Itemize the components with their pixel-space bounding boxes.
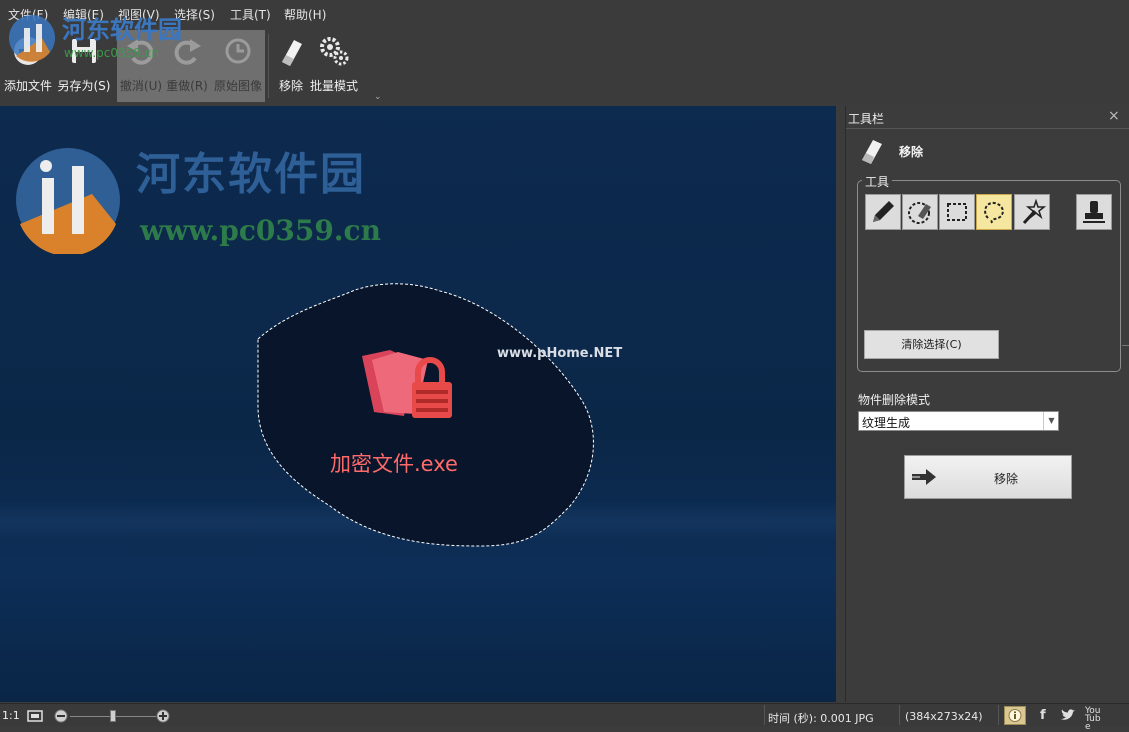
zoom-in-icon[interactable] xyxy=(156,709,170,723)
watermark-logo-small xyxy=(9,15,55,62)
watermark-logo xyxy=(16,148,120,254)
rect-select-icon xyxy=(947,203,967,221)
lasso-tool-button[interactable] xyxy=(976,194,1012,230)
arrow-right-icon xyxy=(912,469,936,485)
removal-mode-label: 物件删除模式 xyxy=(858,393,931,407)
zoom-out-icon[interactable] xyxy=(54,709,68,723)
magic-wand-icon xyxy=(1022,198,1046,225)
info-icon[interactable] xyxy=(1004,706,1026,725)
fit-screen-icon[interactable] xyxy=(25,709,45,723)
twitter-icon[interactable] xyxy=(1060,708,1076,722)
panel-title: 工具栏 xyxy=(848,112,885,126)
panel-divider xyxy=(846,128,1129,129)
watermark-url: www.pc0359.cn xyxy=(140,214,381,247)
clear-selection-button[interactable]: 清除选择(C) xyxy=(864,330,999,359)
removal-mode-value: 纹理生成 xyxy=(862,416,911,430)
pencil-icon xyxy=(873,201,894,222)
original-image-button[interactable]: 原始图像 xyxy=(210,28,266,104)
panel-close-button[interactable]: × xyxy=(1108,108,1120,124)
undo-label: 撤消(U) xyxy=(119,79,163,93)
batch-mode-button[interactable]: 批量模式 xyxy=(308,28,360,104)
status-separator xyxy=(764,705,765,725)
magic-wand-tool-button[interactable] xyxy=(1014,194,1050,230)
stamp-icon xyxy=(1083,201,1105,223)
original-image-label: 原始图像 xyxy=(213,79,262,93)
watermark-title-small: 河东软件园 xyxy=(62,15,182,44)
stamp-tool-button[interactable] xyxy=(1076,194,1112,230)
zoom-ratio[interactable]: 1:1 xyxy=(2,709,20,722)
menu-help[interactable]: 帮助(H) xyxy=(284,6,326,23)
facebook-icon[interactable]: f xyxy=(1040,708,1046,723)
eraser-icon xyxy=(282,40,302,66)
ribbon-separator xyxy=(268,34,269,98)
remove-tool-label: 移除 xyxy=(278,79,303,93)
chevron-down-icon[interactable]: ▼ xyxy=(1043,412,1059,430)
status-time: 时间 (秒): 0.001 JPG xyxy=(768,712,874,725)
redo-label: 重做(R) xyxy=(166,79,208,93)
history-icon xyxy=(225,38,251,64)
eraser-lasso-icon xyxy=(908,202,931,224)
file-name-label: 加密文件.exe xyxy=(330,452,458,476)
zoom-slider-thumb[interactable] xyxy=(110,710,116,722)
remove-tool-button[interactable]: 移除 xyxy=(274,28,308,104)
gears-icon xyxy=(320,37,349,66)
rect-select-tool-button[interactable] xyxy=(939,194,975,230)
status-dimensions: (384x273x24) xyxy=(905,710,983,723)
save-as-label: 另存为(S) xyxy=(57,79,111,93)
status-separator xyxy=(998,705,999,725)
menu-tools[interactable]: 工具(T) xyxy=(230,6,271,23)
remove-button-label: 移除 xyxy=(994,472,1019,486)
lasso-icon xyxy=(984,201,1004,224)
phome-watermark: www.pHome.NET xyxy=(497,346,623,361)
watermark-title: 河东软件园 xyxy=(136,149,366,200)
youtube-icon[interactable]: You Tube xyxy=(1085,707,1101,732)
eraser-lasso-tool-button[interactable] xyxy=(902,194,938,230)
add-file-label: 添加文件 xyxy=(3,79,52,93)
batch-mode-label: 批量模式 xyxy=(309,79,358,93)
tools-group-label: 工具 xyxy=(862,173,893,190)
info-glyph xyxy=(1008,709,1022,722)
eraser-icon xyxy=(862,140,882,164)
pencil-tool-button[interactable] xyxy=(865,194,901,230)
watermark-url-small: www.pc0359.cn xyxy=(64,46,159,60)
ribbon-expand-icon[interactable]: ⌄ xyxy=(374,92,382,102)
panel-scroll-tick xyxy=(1122,345,1129,346)
encrypted-file-icon xyxy=(362,350,452,418)
tool-title: 移除 xyxy=(899,145,924,159)
status-separator xyxy=(899,705,900,725)
